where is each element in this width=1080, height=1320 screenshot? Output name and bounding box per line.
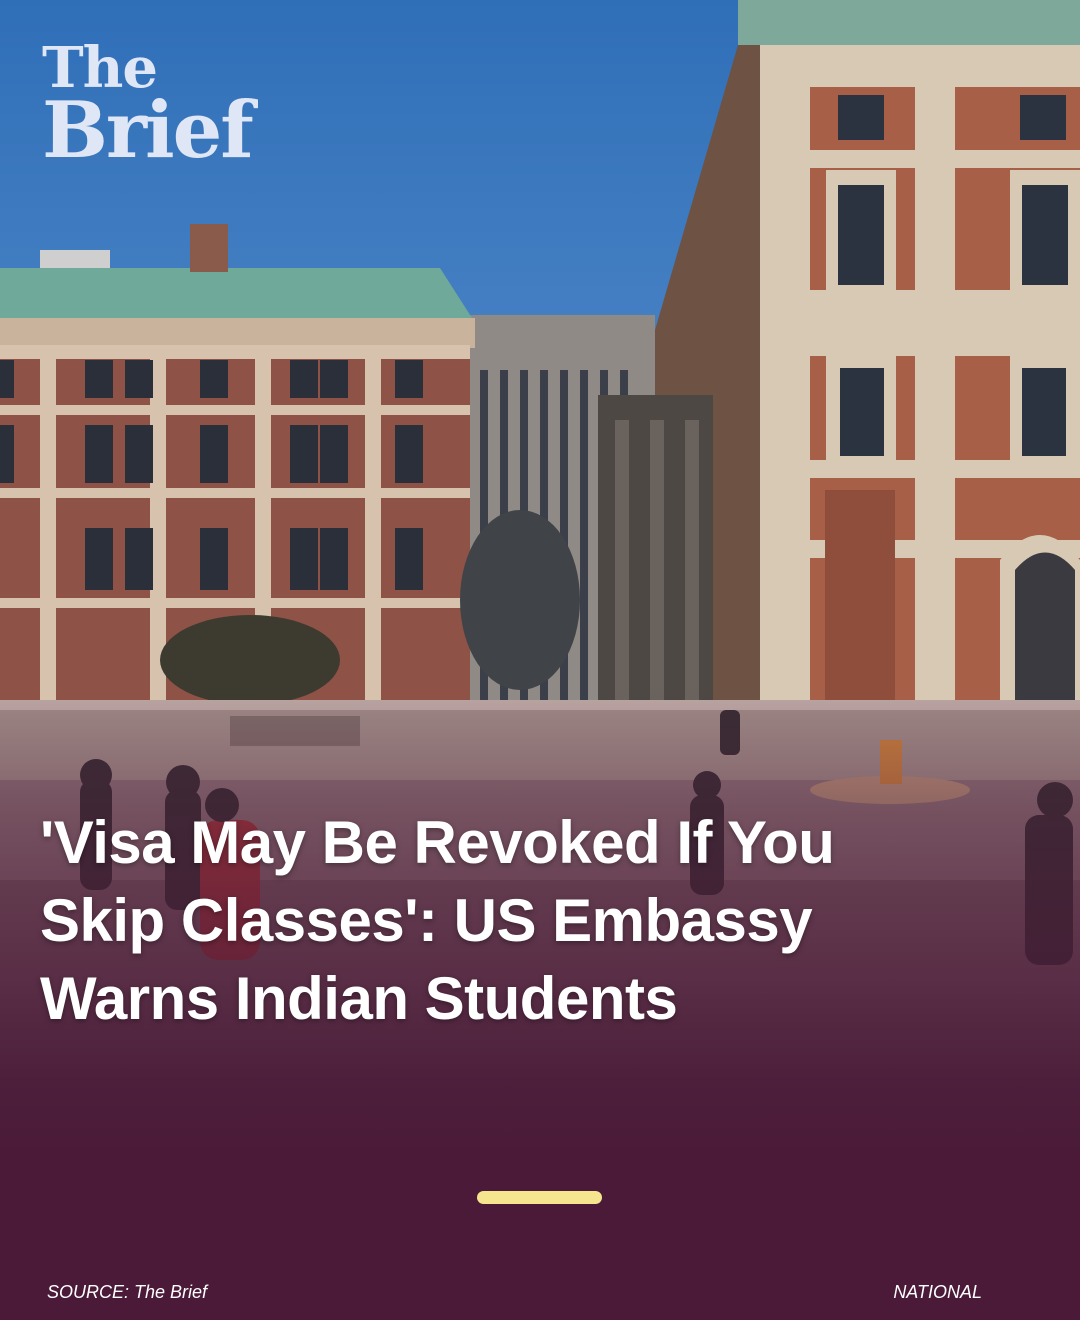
- accent-bar: [477, 1191, 602, 1204]
- brand-logo-line2: Brief: [42, 85, 254, 176]
- brand-logo: The Brief: [42, 40, 254, 176]
- category-label: NATIONAL: [893, 1282, 982, 1302]
- source-label: SOURCE: The Brief: [47, 1282, 208, 1302]
- gradient-overlay: [0, 0, 1080, 1320]
- news-card: The Brief 'Visa May Be Revoked If You Sk…: [0, 0, 1080, 1320]
- headline: 'Visa May Be Revoked If You Skip Classes…: [40, 809, 835, 1032]
